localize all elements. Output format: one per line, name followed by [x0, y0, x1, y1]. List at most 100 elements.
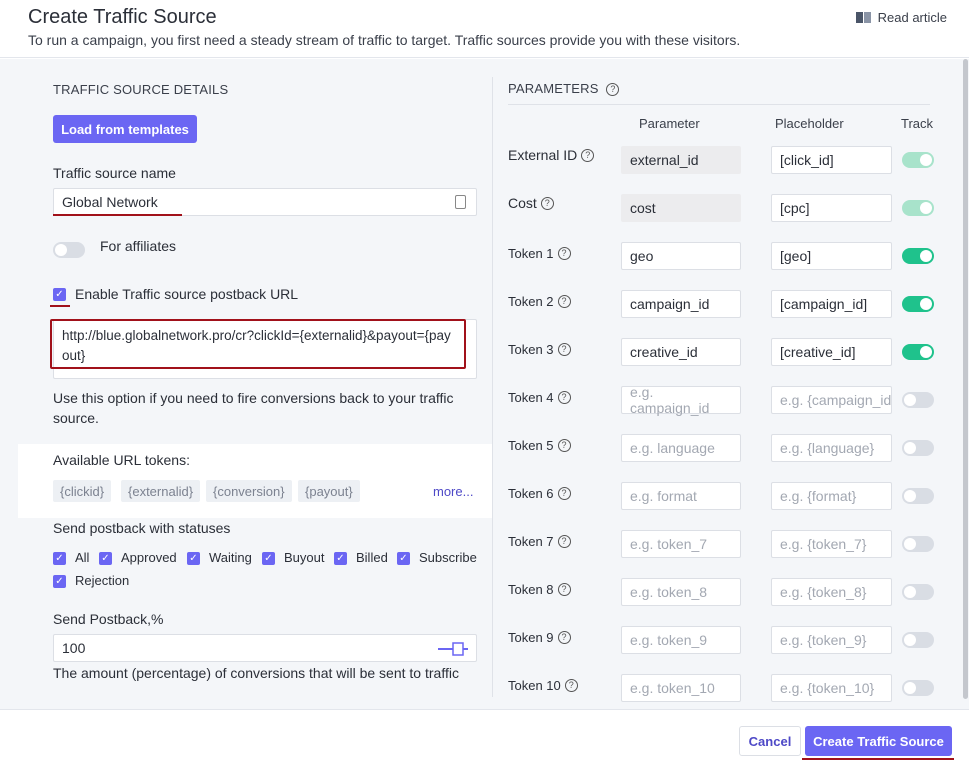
track-toggle[interactable] [902, 296, 934, 312]
status-waiting-checkbox[interactable]: ✓ [187, 552, 200, 565]
param-placeholder-input[interactable]: e.g. {token_8} [771, 578, 892, 606]
load-from-templates-button[interactable]: Load from templates [53, 115, 197, 143]
read-article-link[interactable]: Read article [855, 10, 947, 25]
info-icon[interactable]: ? [540, 196, 554, 210]
param-parameter-input[interactable]: external_id [621, 146, 741, 174]
param-parameter-input[interactable]: campaign_id [621, 290, 741, 318]
param-parameter-input[interactable]: cost [621, 194, 741, 222]
parameters-title-text: PARAMETERS [508, 81, 599, 96]
highlight-underline-checkbox [50, 305, 70, 307]
track-toggle[interactable] [902, 392, 934, 408]
traffic-source-name-input[interactable]: Global Network [53, 188, 477, 216]
param-parameter-input[interactable]: e.g. language [621, 434, 741, 462]
track-toggle[interactable] [902, 680, 934, 696]
toggle-knob [904, 682, 916, 694]
param-parameter-input[interactable]: e.g. campaign_id [621, 384, 741, 416]
param-placeholder-input[interactable]: e.g. {campaign_id} [771, 386, 892, 414]
book-icon [855, 11, 872, 24]
param-placeholder-input[interactable]: e.g. {format} [771, 482, 892, 510]
info-icon[interactable]: ? [557, 487, 571, 500]
info-icon[interactable]: ? [557, 583, 571, 596]
toggle-knob [920, 346, 932, 358]
send-postback-input[interactable]: 100 [53, 634, 477, 662]
info-icon[interactable]: ? [557, 247, 571, 260]
param-parameter-input[interactable]: e.g. token_10 [621, 674, 741, 702]
track-toggle[interactable] [902, 152, 934, 168]
param-parameter-input[interactable]: geo [621, 242, 741, 270]
modal-footer: Cancel Create Traffic Source [0, 709, 969, 764]
param-placeholder-input[interactable]: [creative_id] [771, 338, 892, 366]
track-toggle[interactable] [902, 248, 934, 264]
param-placeholder-input[interactable]: e.g. {token_9} [771, 626, 892, 654]
scrollbar-thumb[interactable] [963, 59, 968, 699]
track-toggle[interactable] [902, 440, 934, 456]
track-toggle[interactable] [902, 536, 934, 552]
traffic-source-name-value: Global Network [62, 194, 158, 210]
slider-icon [438, 642, 468, 656]
param-row-label-text: Token 8 [508, 582, 554, 597]
more-tokens-link[interactable]: more... [433, 484, 473, 499]
body-scrollbar[interactable] [961, 59, 969, 709]
param-placeholder-input[interactable]: [click_id] [771, 146, 892, 174]
param-row-label-text: Token 7 [508, 534, 554, 549]
info-icon[interactable]: ? [564, 679, 578, 692]
status-billed-checkbox[interactable]: ✓ [334, 552, 347, 565]
send-postback-help: The amount (percentage) of conversions t… [53, 665, 459, 681]
status-rejection-label: Rejection [75, 573, 130, 588]
param-row-label: Token 5? [508, 438, 571, 453]
param-parameter-input[interactable]: creative_id [621, 338, 741, 366]
traffic-source-name-label: Traffic source name [53, 165, 176, 181]
param-row-label-text: Token 10 [508, 678, 561, 693]
track-toggle[interactable] [902, 344, 934, 360]
token-chip[interactable]: {conversion} [206, 480, 292, 502]
param-placeholder-input[interactable]: e.g. {token_7} [771, 530, 892, 558]
create-traffic-source-button[interactable]: Create Traffic Source [805, 726, 952, 756]
cancel-button[interactable]: Cancel [739, 726, 801, 756]
highlight-underline-name [53, 214, 182, 216]
toggle-knob [920, 298, 932, 310]
param-row-label-text: External ID [508, 147, 578, 163]
toggle-knob [904, 586, 916, 598]
status-subscribe-checkbox[interactable]: ✓ [397, 552, 410, 565]
param-row-label: Token 4? [508, 390, 571, 405]
info-icon[interactable]: ? [557, 631, 571, 644]
available-tokens-label: Available URL tokens: [53, 452, 190, 468]
modal-header: Create Traffic Source To run a campaign,… [0, 0, 969, 58]
enable-postback-checkbox[interactable]: ✓ [53, 288, 66, 301]
param-row-label-text: Token 6 [508, 486, 554, 501]
track-toggle[interactable] [902, 488, 934, 504]
param-parameter-input[interactable]: e.g. format [621, 482, 741, 510]
info-icon[interactable]: ? [557, 295, 571, 308]
track-toggle[interactable] [902, 632, 934, 648]
param-placeholder-input[interactable]: [cpc] [771, 194, 892, 222]
param-parameter-input[interactable]: e.g. token_7 [621, 530, 741, 558]
token-chip[interactable]: {payout} [298, 480, 360, 502]
param-parameter-input[interactable]: e.g. token_9 [621, 626, 741, 654]
col-track-header: Track [901, 116, 934, 131]
status-all-checkbox[interactable]: ✓ [53, 552, 66, 565]
info-icon[interactable]: ? [557, 535, 571, 548]
info-icon[interactable]: ? [557, 391, 571, 404]
param-row-label: Token 10? [508, 678, 578, 693]
status-rejection-checkbox[interactable]: ✓ [53, 575, 66, 588]
track-toggle[interactable] [902, 200, 934, 216]
info-icon[interactable]: ? [557, 439, 571, 452]
info-icon[interactable]: ? [581, 148, 595, 162]
param-placeholder-input[interactable]: [geo] [771, 242, 892, 270]
param-parameter-input[interactable]: e.g. token_8 [621, 578, 741, 606]
token-chip[interactable]: {clickid} [53, 480, 112, 502]
for-affiliates-toggle[interactable] [53, 242, 85, 258]
info-icon[interactable]: ? [557, 343, 571, 356]
status-buyout-checkbox[interactable]: ✓ [262, 552, 275, 565]
status-waiting-label: Waiting [209, 550, 252, 565]
info-icon[interactable]: ? [606, 83, 620, 97]
param-placeholder-input[interactable]: e.g. {language} [771, 434, 892, 462]
param-placeholder-input[interactable]: e.g. {token_10} [771, 674, 892, 702]
track-toggle[interactable] [902, 584, 934, 600]
param-placeholder-input[interactable]: [campaign_id] [771, 290, 892, 318]
param-row-label-text: Token 3 [508, 342, 554, 357]
token-chip[interactable]: {externalid} [121, 480, 201, 502]
status-approved-checkbox[interactable]: ✓ [99, 552, 112, 565]
send-postback-value: 100 [62, 640, 86, 656]
page-subtitle: To run a campaign, you first need a stea… [28, 32, 741, 48]
